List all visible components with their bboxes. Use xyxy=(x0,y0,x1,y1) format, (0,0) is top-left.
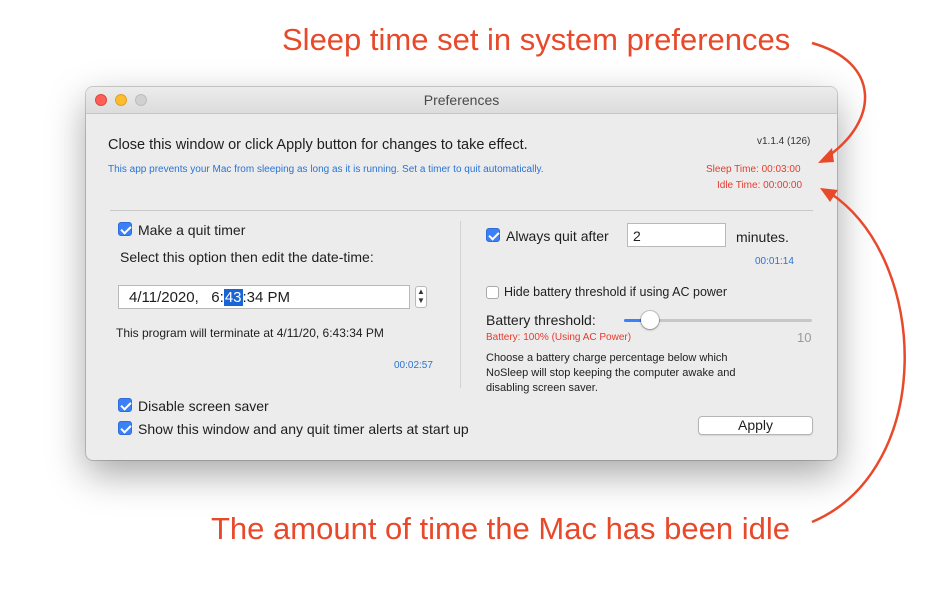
battery-threshold-label: Battery threshold: xyxy=(486,312,596,328)
select-option-text: Select this option then edit the date-ti… xyxy=(120,249,374,265)
date-segment-leading: 4/11/2020, 6: xyxy=(129,289,224,306)
quit-timer-checkbox[interactable] xyxy=(118,222,132,236)
header-text: Close this window or click Apply button … xyxy=(108,137,528,153)
sleep-time-readout: Sleep Time: 00:03:00 xyxy=(706,164,801,175)
window-title: Preferences xyxy=(423,92,500,108)
battery-help-text: Choose a battery charge percentage below… xyxy=(486,351,735,396)
battery-help-line: NoSleep will stop keeping the computer a… xyxy=(486,367,736,379)
battery-help-line: disabling screen saver. xyxy=(486,382,598,394)
battery-help-line: Choose a battery charge percentage below… xyxy=(486,352,728,364)
idle-time-readout: Idle Time: 00:00:00 xyxy=(717,180,803,191)
quit-datetime-picker[interactable]: 4/11/2020, 6:43:34 PM xyxy=(118,285,410,309)
always-quit-checkbox[interactable] xyxy=(486,228,500,242)
annotation-idle-time: The amount of time the Mac has been idle xyxy=(211,511,790,546)
always-quit-countdown: 00:01:14 xyxy=(755,256,794,267)
always-quit-label: Always quit after xyxy=(506,228,609,244)
datetime-stepper[interactable]: ▲ ▼ xyxy=(415,286,427,308)
divider-vertical xyxy=(460,221,461,388)
hide-battery-label: Hide battery threshold if using AC power xyxy=(504,285,728,299)
quit-timer-label: Make a quit timer xyxy=(138,222,246,238)
disable-screensaver-label: Disable screen saver xyxy=(138,398,269,414)
preferences-window: Preferences Close this window or click A… xyxy=(86,87,837,460)
hide-battery-checkbox[interactable] xyxy=(486,286,499,299)
annotation-sleep-time: Sleep time set in system preferences xyxy=(282,22,791,57)
disable-screensaver-checkbox[interactable] xyxy=(118,398,132,412)
date-segment-trailing: :34 PM xyxy=(242,289,291,306)
battery-threshold-slider-knob[interactable] xyxy=(641,311,659,329)
battery-status: Battery: 100% (Using AC Power) xyxy=(486,332,632,343)
date-segment-minutes-selected[interactable]: 43 xyxy=(223,289,243,306)
minutes-input[interactable]: 2 xyxy=(627,223,726,247)
apply-button[interactable]: Apply xyxy=(698,416,813,435)
terminate-text: This program will terminate at 4/11/20, … xyxy=(116,326,384,340)
title-bar[interactable]: Preferences xyxy=(86,87,837,114)
stepper-down-icon[interactable]: ▼ xyxy=(416,296,426,305)
minutes-label: minutes. xyxy=(736,229,789,245)
slider-value-label: 10 xyxy=(797,330,812,345)
show-window-label: Show this window and any quit timer aler… xyxy=(138,421,469,437)
quit-timer-countdown: 00:02:57 xyxy=(394,360,433,371)
divider-horizontal xyxy=(110,210,813,211)
app-description: This app prevents your Mac from sleeping… xyxy=(108,164,544,175)
stepper-up-icon[interactable]: ▲ xyxy=(416,287,426,296)
show-window-checkbox[interactable] xyxy=(118,421,132,435)
version-label: v1.1.4 (126) xyxy=(757,136,811,147)
